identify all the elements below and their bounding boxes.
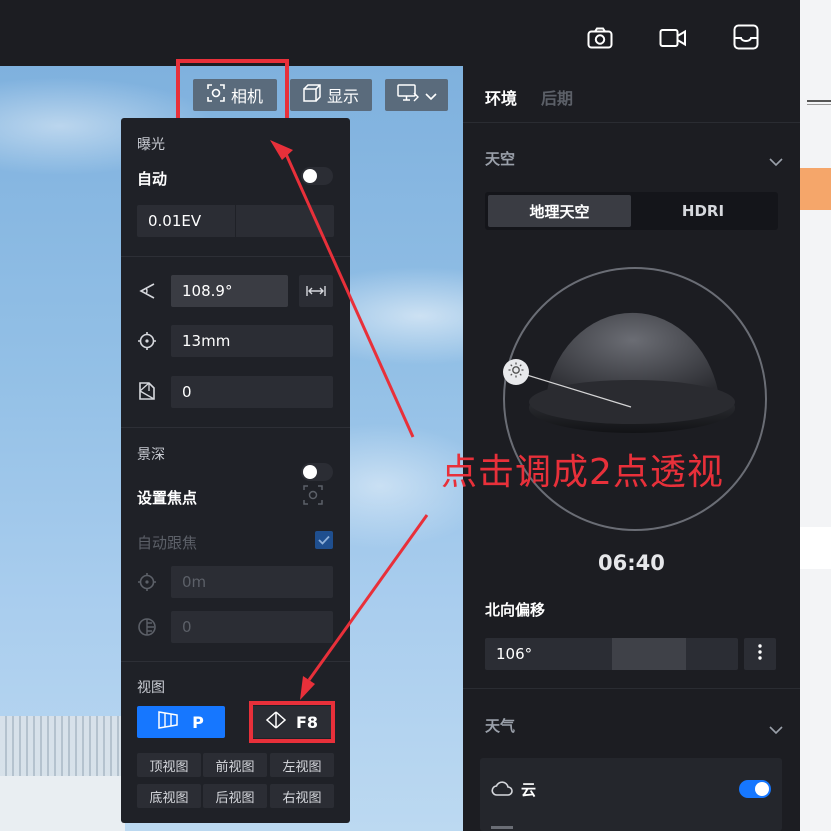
strip-orange-block [800, 168, 831, 210]
annotation-text: 点击调成2点透视 [441, 452, 724, 493]
strip-white-block [800, 527, 831, 569]
external-window-strip [800, 0, 831, 831]
strip-line [807, 100, 831, 102]
strip-line [807, 104, 831, 105]
annotation-arrows [270, 140, 429, 700]
